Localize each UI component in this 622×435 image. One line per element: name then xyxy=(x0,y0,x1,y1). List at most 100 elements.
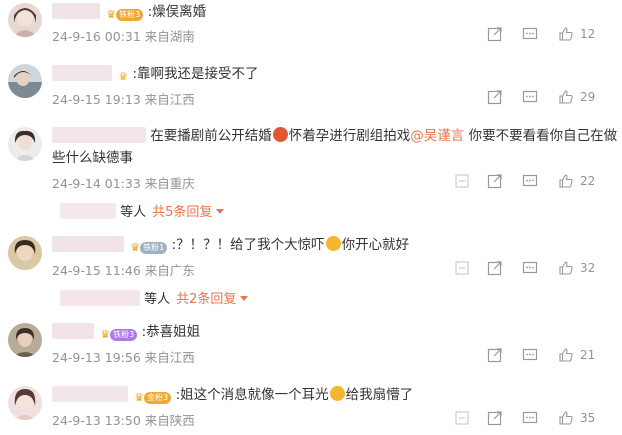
comment-meta: 24-9-14 01:33 来自重庆 xyxy=(52,173,195,192)
comment-meta: 24-9-15 11:46 来自广东 xyxy=(52,260,195,279)
emoji-icon xyxy=(272,127,288,142)
report-icon[interactable] xyxy=(454,172,470,190)
crown-icon: ♛ xyxy=(100,328,111,341)
username-blurred[interactable] xyxy=(52,236,124,252)
comment-text: :？！？！给了我个大惊吓 xyxy=(171,237,325,253)
thumbs-up-icon xyxy=(559,348,573,362)
like-count: 32 xyxy=(580,261,596,275)
replier-names-blurred xyxy=(60,203,116,219)
like-button[interactable]: 22 xyxy=(558,172,595,190)
comment-meta: 24-9-13 13:50 来自陕西 xyxy=(52,410,195,429)
username-blurred[interactable] xyxy=(52,386,128,402)
crown-icon: ♛ xyxy=(134,391,145,404)
share-icon[interactable] xyxy=(487,346,503,364)
replier-names-blurred xyxy=(60,290,140,306)
chevron-down-icon xyxy=(216,209,225,214)
comment-meta: 24-9-13 19:56 来自江西 xyxy=(52,347,195,366)
comment-text-line: 些什么缺德事 xyxy=(52,150,133,166)
comment-text: :燥俣离婚 xyxy=(147,4,207,20)
share-icon[interactable] xyxy=(487,172,503,190)
comment-meta: 24-9-16 00:31 来自湖南 xyxy=(52,26,195,45)
comment-icon[interactable] xyxy=(522,346,538,364)
report-icon[interactable] xyxy=(454,409,470,427)
thumbs-up-icon xyxy=(559,174,573,188)
comment-location: 来自江西 xyxy=(144,350,195,365)
comment-date: 24-9-14 01:33 xyxy=(52,176,141,191)
emoji-icon xyxy=(329,386,345,401)
like-button[interactable]: 35 xyxy=(558,409,595,427)
comment-actions: 35 xyxy=(450,409,622,427)
crown-icon: ♛ xyxy=(118,70,129,83)
comment-text-line: ♛ 铁粉3 :恭喜姐姐 xyxy=(52,322,200,342)
comment-text: :恭喜姐姐 xyxy=(141,324,201,340)
fan-badge: ♛ 铁粉3 xyxy=(100,328,138,342)
comment-text-line: ♛ 金粉3 :姐这个消息就像一个耳光 给我扇懵了 xyxy=(52,385,413,405)
fan-badge: ♛ 铁粉3 xyxy=(106,8,144,22)
comment-icon[interactable] xyxy=(522,259,538,277)
like-count: 22 xyxy=(580,174,596,188)
like-button[interactable]: 29 xyxy=(558,88,595,106)
crown-icon: ♛ xyxy=(130,241,141,254)
report-icon[interactable] xyxy=(454,259,470,277)
fan-badge: ♛ 铁粉1 xyxy=(130,241,168,255)
thumbs-up-icon xyxy=(559,261,573,275)
like-button[interactable]: 21 xyxy=(558,346,595,364)
fan-badge: ♛ xyxy=(118,70,128,84)
thumbs-up-icon xyxy=(559,90,573,104)
like-count: 21 xyxy=(580,348,596,362)
comment-icon[interactable] xyxy=(522,88,538,106)
share-icon[interactable] xyxy=(487,88,503,106)
share-icon[interactable] xyxy=(487,409,503,427)
comment-text: 在要播剧前公开结婚 xyxy=(150,128,272,144)
avatar[interactable] xyxy=(8,64,42,98)
comment-icon[interactable] xyxy=(522,409,538,427)
reply-summary[interactable]: 等人 共5条回复 xyxy=(60,201,225,220)
comment-text: :姐这个消息就像一个耳光 xyxy=(175,387,329,403)
avatar[interactable] xyxy=(8,236,42,270)
comment-location: 来自陕西 xyxy=(144,413,195,428)
avatar[interactable] xyxy=(8,323,42,357)
comment-actions: 21 xyxy=(472,346,622,364)
comment-location: 来自广东 xyxy=(144,263,195,278)
like-count: 29 xyxy=(580,90,596,104)
comment-actions: 22 xyxy=(450,172,622,190)
avatar[interactable] xyxy=(8,127,42,161)
username-blurred[interactable] xyxy=(52,65,112,81)
comment-date: 24-9-13 13:50 xyxy=(52,413,141,428)
comment-actions: 32 xyxy=(450,259,622,277)
comment-date: 24-9-15 19:13 xyxy=(52,92,141,107)
like-count: 35 xyxy=(580,411,596,425)
like-count: 12 xyxy=(580,27,596,41)
fan-badge: ♛ 金粉3 xyxy=(134,391,172,405)
comment-date: 24-9-16 00:31 xyxy=(52,29,141,44)
thumbs-up-icon xyxy=(559,411,573,425)
comment-location: 来自湖南 xyxy=(144,29,195,44)
view-replies-link[interactable]: 共2条回复 xyxy=(176,292,236,307)
avatar[interactable] xyxy=(8,3,42,37)
comment-text-line: 在要播剧前公开结婚 怀着孕进行剧组拍戏@吴谨言 你要不要看看你自己在做 xyxy=(52,126,617,146)
share-icon[interactable] xyxy=(487,259,503,277)
reply-summary[interactable]: 等人 共2条回复 xyxy=(60,288,249,307)
comment-text-line: ♛ 铁粉1 :？！？！给了我个大惊吓 你开心就好 xyxy=(52,235,409,255)
view-replies-link[interactable]: 共5条回复 xyxy=(152,205,212,220)
thumbs-up-icon xyxy=(559,27,573,41)
share-icon[interactable] xyxy=(487,25,503,43)
comment-text-line: ♛ :靠啊我还是接受不了 xyxy=(52,64,259,84)
emoji-icon xyxy=(325,236,341,251)
comment-text: :靠啊我还是接受不了 xyxy=(132,66,259,82)
like-button[interactable]: 12 xyxy=(558,25,595,43)
comment-actions: 29 xyxy=(472,88,622,106)
comment-text-line: ♛ 铁粉3 :燥俣离婚 xyxy=(52,2,206,22)
comment-icon[interactable] xyxy=(522,25,538,43)
comment-meta: 24-9-15 19:13 来自江西 xyxy=(52,89,195,108)
username-blurred[interactable] xyxy=(52,127,146,143)
avatar[interactable] xyxy=(8,386,42,420)
username-blurred[interactable] xyxy=(52,3,100,19)
comment-location: 来自江西 xyxy=(144,92,195,107)
comment-date: 24-9-15 11:46 xyxy=(52,263,141,278)
comment-icon[interactable] xyxy=(522,172,538,190)
crown-icon: ♛ xyxy=(106,8,117,21)
username-blurred[interactable] xyxy=(52,323,94,339)
like-button[interactable]: 32 xyxy=(558,259,595,277)
mention-link[interactable]: @吴谨言 xyxy=(410,128,464,144)
